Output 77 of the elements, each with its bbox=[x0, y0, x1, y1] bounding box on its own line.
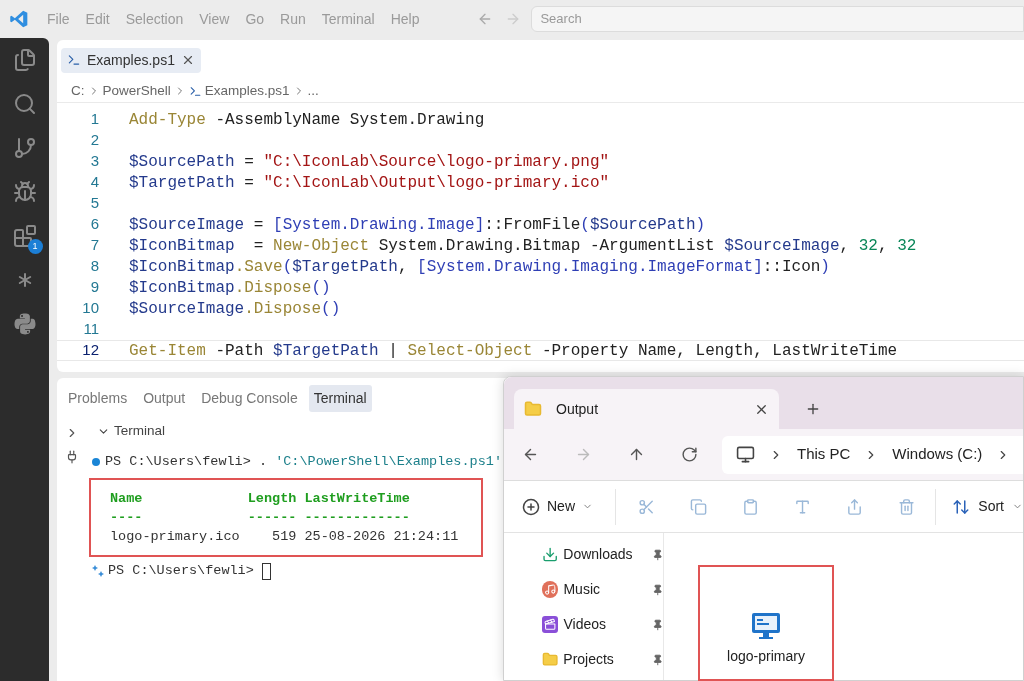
address-bar[interactable]: This PC Windows (C:) bbox=[722, 435, 1023, 474]
video-icon bbox=[542, 616, 559, 633]
extensions-icon[interactable] bbox=[12, 224, 37, 248]
line-number: 10 bbox=[81, 298, 100, 319]
code-line: Get-Item -Path $TargetPath | Select-Object -Property Name, Length, LastWriteTime bbox=[129, 340, 898, 362]
terminal-line: Name Length LastWriteTime bbox=[110, 490, 411, 508]
terminal-line: PS C:\Users\fewli> bbox=[108, 561, 254, 580]
nav-item[interactable]: Videos bbox=[563, 614, 652, 635]
folder-icon bbox=[542, 651, 559, 668]
download-icon bbox=[542, 546, 559, 563]
powershell-icon bbox=[188, 84, 202, 98]
terminal-line: logo-primary.ico 519 25-08-2026 21:24:11 bbox=[110, 528, 460, 546]
plus-circle-icon bbox=[522, 497, 540, 516]
path-segment[interactable]: This PC bbox=[797, 443, 851, 466]
panel-tab[interactable]: Problems bbox=[63, 384, 133, 412]
folder-icon bbox=[524, 400, 542, 418]
terminal-line: PS C:\Users\fewli> . 'C:\PowerShell\Examples.ps1' bbox=[105, 452, 502, 471]
panel-tab[interactable]: Output bbox=[138, 384, 191, 412]
code-line: $SourceImage = [System.Drawing.Image]::FromFile($SourcePath) bbox=[129, 214, 706, 236]
code-line: $TargetPath = "C:\IconLab\Output\logo-primary.ico" bbox=[129, 172, 610, 194]
nav-item[interactable]: Downloads bbox=[563, 544, 652, 565]
code-line: $SourcePath = "C:\IconLab\Source\logo-primary.png" bbox=[129, 151, 610, 173]
back-icon[interactable] bbox=[522, 446, 539, 463]
path-segment[interactable]: Windows (C:) bbox=[892, 443, 983, 466]
line-number: 11 bbox=[82, 319, 100, 340]
pin-icon bbox=[651, 618, 663, 631]
panel-tab[interactable]: Terminal bbox=[308, 384, 372, 412]
powershell-icon bbox=[67, 53, 81, 67]
notification-badge: 1 bbox=[27, 239, 43, 254]
sort-icon bbox=[952, 497, 971, 516]
pin-icon bbox=[651, 548, 663, 561]
explorer-tab[interactable]: Output bbox=[514, 389, 779, 429]
line-number: 8 bbox=[89, 256, 100, 277]
breadcrumb-item[interactable]: PowerShell bbox=[102, 80, 171, 102]
new-tab-icon[interactable] bbox=[805, 401, 821, 417]
terminal-line: ---- ------ ------------- bbox=[110, 509, 411, 527]
run-debug-icon[interactable] bbox=[12, 180, 37, 204]
file-name[interactable]: logo-primary bbox=[727, 646, 805, 667]
source-control-icon[interactable] bbox=[12, 136, 37, 160]
line-number: 9 bbox=[89, 277, 100, 298]
music-icon bbox=[542, 581, 559, 598]
line-number: 12 bbox=[81, 340, 100, 361]
nav-item[interactable]: Projects bbox=[563, 649, 652, 670]
editor-tab[interactable]: Examples.ps1 bbox=[61, 47, 201, 73]
line-number: 4 bbox=[89, 172, 100, 193]
computer-icon bbox=[736, 445, 755, 464]
files-icon[interactable] bbox=[12, 48, 37, 72]
code-line: $IconBitmap.Dispose() bbox=[129, 277, 331, 299]
terminal-title[interactable]: Terminal bbox=[114, 420, 165, 442]
code-line: $SourceImage.Dispose() bbox=[129, 298, 341, 320]
line-number: 7 bbox=[89, 235, 100, 256]
sort-button[interactable]: Sort bbox=[935, 488, 1023, 525]
up-icon[interactable] bbox=[628, 446, 645, 463]
line-number: 6 bbox=[89, 214, 100, 235]
line-number: 1 bbox=[89, 109, 100, 130]
line-number: 5 bbox=[89, 193, 100, 214]
monitor-file-icon[interactable] bbox=[751, 612, 781, 640]
code-line: $IconBitmap.Save($TargetPath, [System.Drawing.Imaging.ImageFormat]::Icon) bbox=[129, 256, 830, 278]
pin-icon bbox=[651, 653, 663, 666]
breadcrumb-item[interactable]: C: bbox=[71, 80, 85, 102]
line-number: 2 bbox=[89, 130, 100, 151]
python-icon[interactable] bbox=[12, 312, 37, 336]
code-line: Add-Type -AssemblyName System.Drawing bbox=[129, 109, 485, 131]
nav-item[interactable]: Music bbox=[563, 579, 652, 600]
plug-icon[interactable] bbox=[65, 450, 79, 464]
panel-tab[interactable]: Debug Console bbox=[196, 384, 303, 412]
search-icon[interactable] bbox=[12, 92, 37, 116]
breadcrumb-item[interactable]: Examples.ps1 bbox=[204, 80, 290, 102]
new-button[interactable]: New bbox=[522, 488, 616, 525]
app-logo-icon bbox=[9, 9, 29, 29]
pin-icon bbox=[651, 583, 663, 596]
refresh-icon[interactable] bbox=[681, 446, 698, 463]
line-number: 3 bbox=[89, 151, 100, 172]
sparkle-icon bbox=[92, 565, 104, 577]
breadcrumb-item[interactable]: ... bbox=[307, 80, 319, 102]
cursor bbox=[261, 562, 271, 580]
code-line: $IconBitmap = New-Object System.Drawing.Bitmap -ArgumentList $SourceImage, 32, 32 bbox=[129, 235, 917, 257]
